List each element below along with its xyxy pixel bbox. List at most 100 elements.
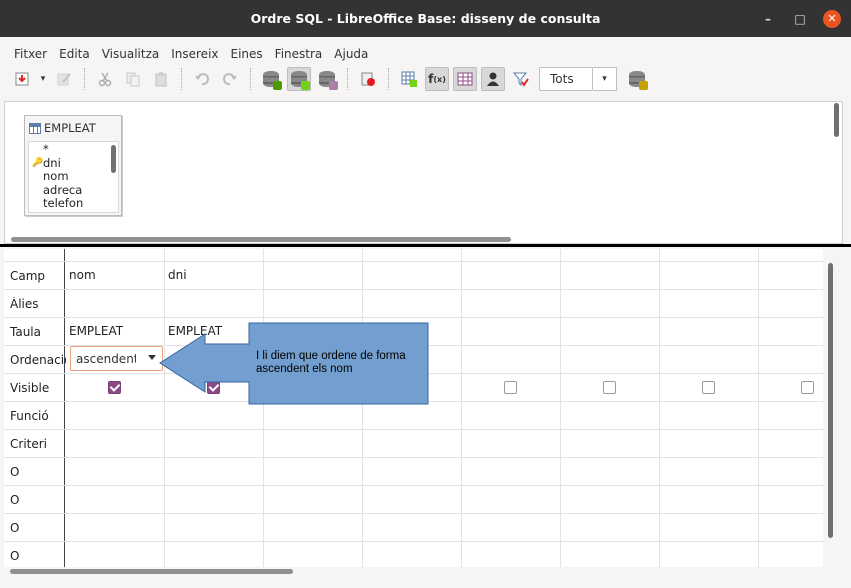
menu-visualitza[interactable]: Visualitza [96, 43, 166, 65]
table-icon [29, 122, 41, 134]
design-view-icon[interactable] [287, 67, 311, 91]
window-controls: – □ ✕ [759, 0, 841, 37]
run-query-icon[interactable] [259, 67, 283, 91]
grid-row-line [4, 401, 823, 402]
toolbar-separator [388, 68, 389, 90]
sort-order-select[interactable]: ascendent [70, 346, 163, 371]
title-bar: Ordre SQL - LibreOffice Base: disseny de… [0, 0, 851, 37]
limit-combo[interactable]: Tots [539, 67, 593, 91]
grid-column-line [461, 249, 462, 567]
menu-edita[interactable]: Edita [53, 43, 96, 65]
menu-eines[interactable]: Eines [225, 43, 269, 65]
row-label: Funció [10, 409, 49, 423]
table-names-icon[interactable] [453, 67, 477, 91]
table-field-list: * 🔑 dni nom adreca telefon [28, 141, 119, 213]
row-label: O [10, 465, 20, 479]
grid-row-line [4, 261, 823, 262]
field-item[interactable]: 🔑 dni [29, 156, 118, 171]
row-label: O [10, 521, 20, 535]
grid-row-line [4, 513, 823, 514]
menu-ajuda[interactable]: Ajuda [328, 43, 374, 65]
grid-column-line [659, 249, 660, 567]
limit-dropdown-icon[interactable]: ▾ [593, 67, 617, 91]
limit-value: Tots [550, 72, 574, 86]
close-icon[interactable]: ✕ [823, 9, 841, 28]
table-area-horizontal-scrollbar[interactable] [11, 237, 511, 242]
table-cell[interactable]: EMPLEAT [69, 324, 123, 338]
distinct-values-icon[interactable] [509, 67, 533, 91]
grid-row-line [4, 429, 823, 430]
field-cell[interactable]: dni [168, 268, 187, 282]
visible-checkbox[interactable] [108, 381, 121, 394]
field-cell[interactable]: nom [69, 268, 96, 282]
grid-row-line [4, 317, 823, 318]
save-icon[interactable] [10, 67, 34, 91]
toolbar-separator [181, 68, 182, 90]
paste-icon[interactable] [149, 67, 173, 91]
grid-column-line [263, 249, 264, 567]
grid-horizontal-scrollbar[interactable] [10, 569, 293, 574]
table-window-empleat[interactable]: EMPLEAT * 🔑 dni nom adreca telefon [24, 115, 122, 216]
window-title: Ordre SQL - LibreOffice Base: disseny de… [250, 11, 601, 26]
visible-checkbox[interactable] [801, 381, 814, 394]
row-label: O [10, 493, 20, 507]
sql-view-icon[interactable] [625, 67, 649, 91]
alias-icon[interactable] [481, 67, 505, 91]
grid-column-line [758, 249, 759, 567]
field-item[interactable]: nom [29, 169, 118, 184]
maximize-icon[interactable]: □ [791, 10, 809, 28]
grid-row-line [4, 457, 823, 458]
primary-key-icon: 🔑 [32, 157, 44, 168]
field-item[interactable]: adreca [29, 183, 118, 198]
row-label: Visible [10, 381, 50, 395]
chevron-down-icon[interactable] [148, 355, 156, 360]
menu-finestra[interactable]: Finestra [269, 43, 329, 65]
grid-vertical-scrollbar[interactable] [828, 263, 833, 538]
grid-column-line [362, 249, 363, 567]
row-label: Taula [10, 325, 41, 339]
add-table-icon[interactable] [397, 67, 421, 91]
table-area: EMPLEAT * 🔑 dni nom adreca telefon [4, 101, 843, 244]
sort-order-value: ascendent [76, 351, 136, 366]
functions-icon[interactable]: f (x) [425, 67, 449, 91]
visible-checkbox[interactable] [207, 381, 220, 394]
grid-row-line [4, 541, 823, 542]
grid-row-line [4, 485, 823, 486]
grid-column-line [164, 249, 165, 567]
minimize-icon[interactable]: – [759, 10, 777, 28]
visible-checkbox[interactable] [603, 381, 616, 394]
row-label: Camp [10, 269, 46, 283]
save-dropdown-icon[interactable]: ▾ [38, 67, 48, 91]
clear-query-icon[interactable] [315, 67, 339, 91]
cut-icon[interactable] [93, 67, 117, 91]
menu-bar: Fitxer Edita Visualitza Insereix Eines F… [0, 43, 374, 65]
stop-icon[interactable] [356, 67, 380, 91]
field-item[interactable]: * [29, 142, 118, 157]
edit-icon[interactable] [52, 67, 76, 91]
toolbar: ▾ f (x) Tots ▾ [0, 63, 851, 95]
visible-checkbox[interactable] [702, 381, 715, 394]
query-design-grid: Camp Àlies Taula Ordenació Visible Funció Crit… [4, 249, 823, 567]
row-label: Criteri [10, 437, 48, 451]
table-window-header[interactable]: EMPLEAT [25, 116, 121, 140]
toolbar-separator [250, 68, 251, 90]
row-label: Àlies [10, 297, 39, 311]
visible-checkbox[interactable] [504, 381, 517, 394]
grid-row-line [4, 289, 823, 290]
grid-column-line [560, 249, 561, 567]
field-list-scrollbar[interactable] [111, 145, 116, 173]
toolbar-separator [84, 68, 85, 90]
field-item[interactable]: telefon [29, 196, 118, 211]
toolbar-separator [347, 68, 348, 90]
undo-icon[interactable] [190, 67, 214, 91]
row-label: Ordenació [10, 353, 66, 367]
callout-text: I li diem que ordene de forma ascendent … [256, 350, 406, 375]
redo-icon[interactable] [218, 67, 242, 91]
table-cell[interactable]: EMPLEAT [168, 324, 222, 338]
menu-fitxer[interactable]: Fitxer [8, 43, 53, 65]
menu-insereix[interactable]: Insereix [165, 43, 224, 65]
table-area-vertical-scrollbar[interactable] [834, 103, 839, 137]
copy-icon[interactable] [121, 67, 145, 91]
pane-splitter[interactable] [0, 244, 851, 247]
row-label: O [10, 549, 20, 563]
